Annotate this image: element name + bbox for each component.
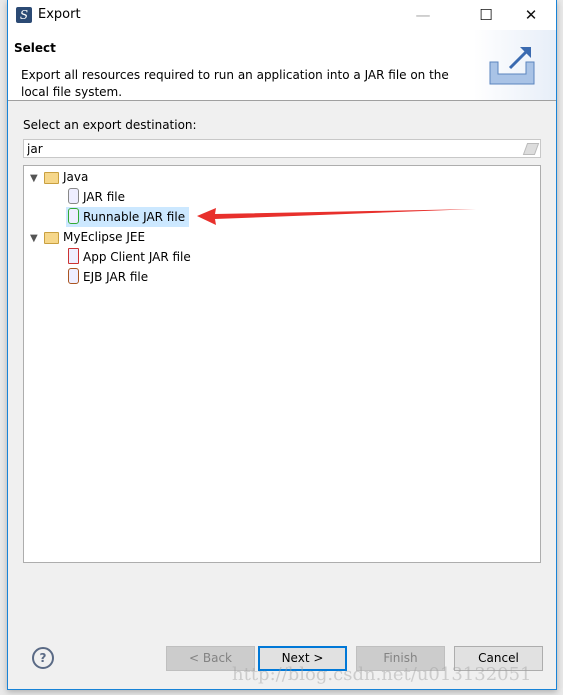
annotation-arrow xyxy=(197,208,476,225)
